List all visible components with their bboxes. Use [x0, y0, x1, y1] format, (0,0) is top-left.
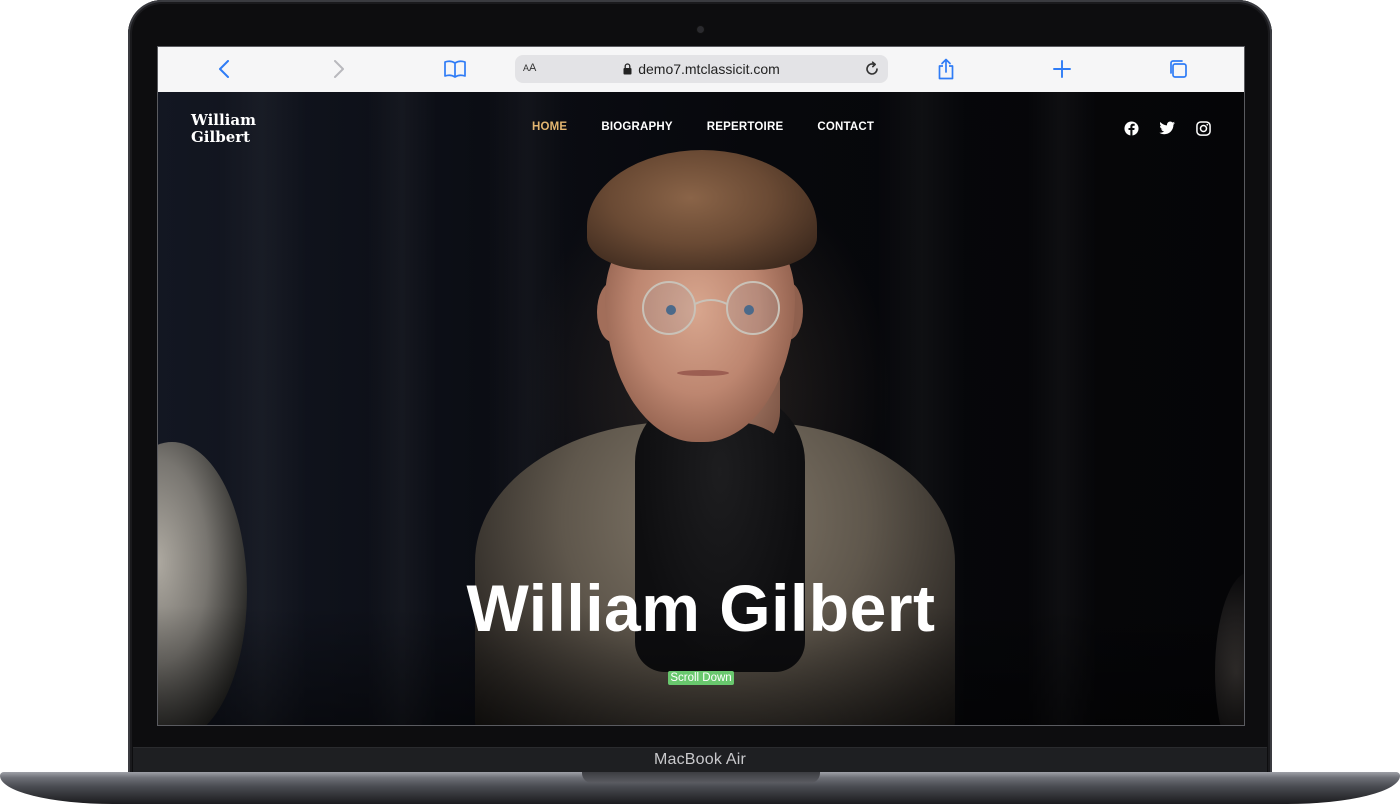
bookmarks-icon [444, 60, 466, 78]
back-button[interactable] [210, 56, 238, 82]
site-logo[interactable]: William Gilbert [191, 112, 256, 146]
camera [697, 26, 704, 33]
main-nav: HOME BIOGRAPHY REPERTOIRE CONTACT [532, 121, 908, 133]
tabs-button[interactable] [1164, 56, 1192, 82]
facebook-icon[interactable] [1123, 120, 1139, 136]
url-text: demo7.mtclassicit.com [638, 61, 780, 77]
new-tab-button[interactable] [1048, 56, 1076, 82]
back-icon [219, 60, 229, 78]
tabs-icon [1170, 60, 1187, 78]
nav-repertoire[interactable]: REPERTOIRE [707, 121, 784, 133]
hero-section: William Gilbert HOME BIOGRAPHY REPERTOIR… [157, 92, 1245, 726]
model-label: MacBook Air [653, 751, 746, 768]
address-bar[interactable]: AA demo7.mtclassicit.com [515, 55, 888, 83]
scroll-down-button[interactable]: Scroll Down [668, 671, 734, 685]
reload-icon [866, 61, 878, 75]
hero-title: William Gilbert [466, 571, 936, 645]
share-button[interactable] [932, 56, 960, 82]
glasses [642, 281, 780, 335]
lock-icon [623, 63, 632, 75]
nav-contact[interactable]: CONTACT [817, 121, 874, 133]
twitter-icon[interactable] [1159, 120, 1175, 136]
browser-toolbar: AA demo7.mtclassicit.com [157, 46, 1245, 93]
share-icon [938, 58, 954, 80]
laptop-notch [582, 772, 820, 783]
forward-button[interactable] [325, 56, 353, 82]
reload-button[interactable] [862, 59, 882, 79]
social-links [1123, 120, 1211, 136]
nav-biography[interactable]: BIOGRAPHY [601, 121, 672, 133]
bookmarks-button[interactable] [441, 56, 469, 82]
new-tab-icon [1053, 60, 1071, 78]
forward-icon [334, 60, 344, 78]
nav-home[interactable]: HOME [532, 121, 567, 133]
screen: AA demo7.mtclassicit.com William Gilbert… [157, 46, 1245, 726]
instagram-icon[interactable] [1195, 120, 1211, 136]
